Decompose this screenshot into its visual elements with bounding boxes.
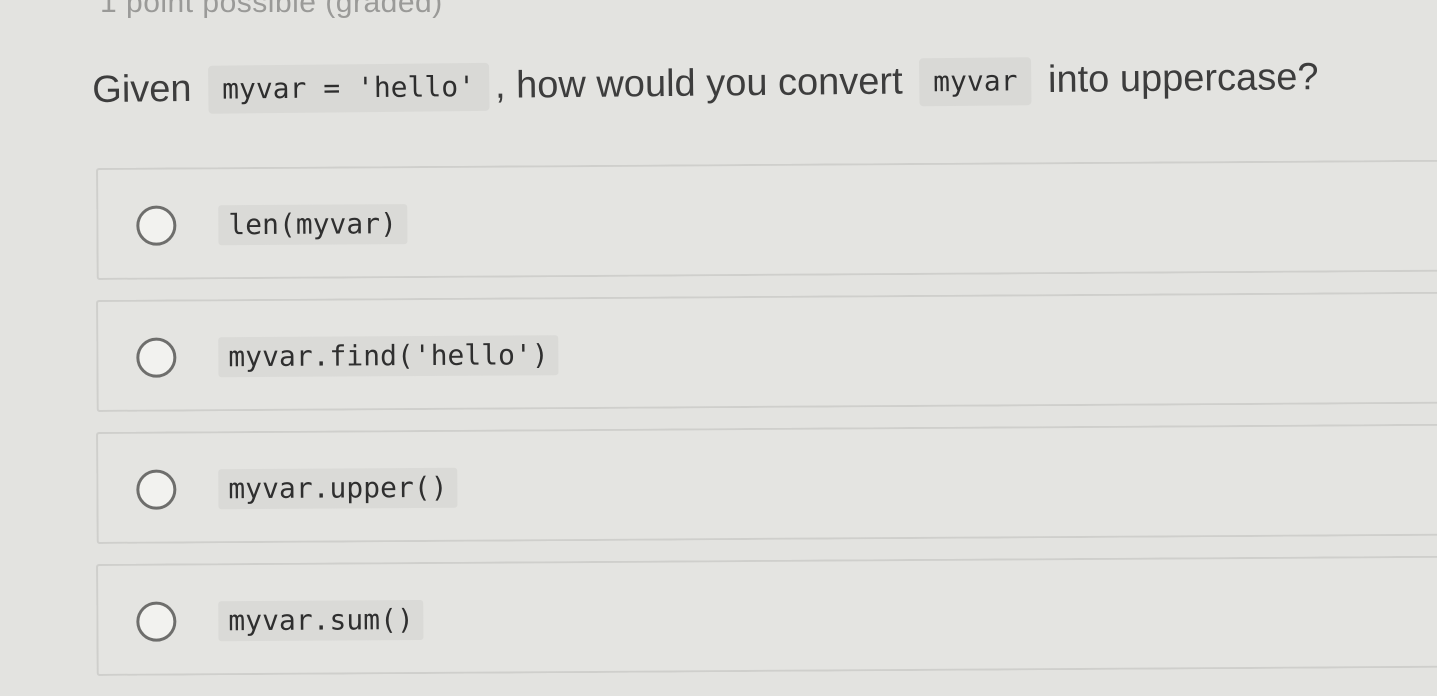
question-middle: , how would you convert (494, 60, 903, 107)
option-2[interactable]: myvar.find('hello') (96, 291, 1437, 412)
code-variable: myvar (918, 57, 1032, 107)
answer-options: len(myvar) myvar.find('hello') myvar.upp… (96, 159, 1437, 696)
option-label-2[interactable]: myvar.find('hello') (218, 335, 559, 378)
option-4[interactable]: myvar.sum() (96, 555, 1437, 676)
radio-button-2[interactable] (136, 337, 177, 378)
question-prefix: Given (92, 67, 192, 111)
option-label-1[interactable]: len(myvar) (218, 204, 408, 246)
radio-button-1[interactable] (136, 205, 177, 246)
option-1[interactable]: len(myvar) (96, 159, 1437, 280)
question-suffix: into uppercase? (1047, 56, 1319, 101)
problem-points-text: 1 point possible (graded) (100, 0, 443, 19)
option-3[interactable]: myvar.upper() (96, 423, 1437, 544)
option-label-4[interactable]: myvar.sum() (218, 599, 424, 642)
radio-button-4[interactable] (136, 601, 177, 642)
radio-button-3[interactable] (136, 469, 177, 510)
option-label-3[interactable]: myvar.upper() (218, 467, 458, 510)
question-text: Given myvar = 'hello', how would you con… (92, 48, 1423, 118)
code-assignment: myvar = 'hello' (207, 62, 490, 114)
